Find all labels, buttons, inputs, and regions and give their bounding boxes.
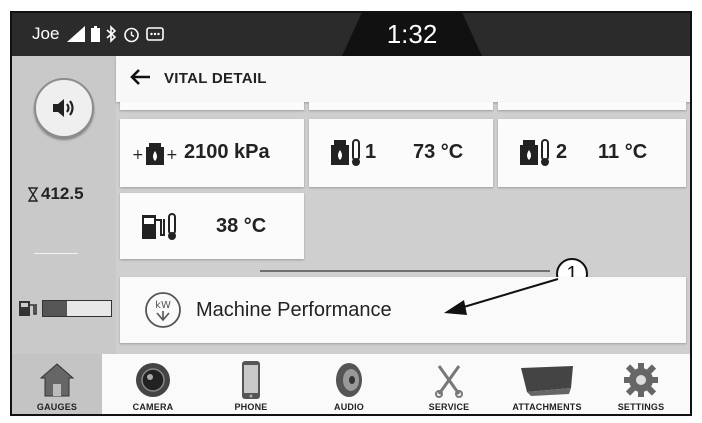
nav-camera[interactable]: CAMERA [108, 354, 198, 414]
nav-attachments[interactable]: ATTACHMENTS [502, 354, 592, 414]
nav-attachments-label: ATTACHMENTS [512, 402, 582, 412]
nav-settings-label: SETTINGS [617, 402, 665, 412]
camera-icon [136, 363, 170, 397]
nav-service-label: SERVICE [428, 402, 470, 412]
gear-icon [624, 363, 658, 397]
bucket-icon [521, 366, 573, 396]
nav-phone[interactable]: PHONE [206, 354, 296, 414]
nav-phone-label: PHONE [234, 402, 268, 412]
nav-gauges[interactable]: GAUGES [12, 354, 102, 414]
nav-audio-label: AUDIO [334, 402, 364, 412]
device-screen: Joe 1:32 412.5 VITAL DETAIL + + 2100 kPa… [10, 11, 692, 416]
nav-service[interactable]: SERVICE [404, 354, 494, 414]
nav-settings[interactable]: SETTINGS [596, 354, 686, 414]
nav-camera-label: CAMERA [132, 402, 174, 412]
phone-icon [242, 361, 260, 399]
speaker-icon [336, 363, 362, 397]
bottom-nav: GAUGES CAMERA PHONE AUDIO SERVICE ATTACH… [12, 354, 690, 414]
nav-audio[interactable]: AUDIO [304, 354, 394, 414]
wrench-icon [435, 365, 463, 398]
house-icon [39, 363, 75, 397]
nav-gauges-label: GAUGES [36, 402, 78, 412]
